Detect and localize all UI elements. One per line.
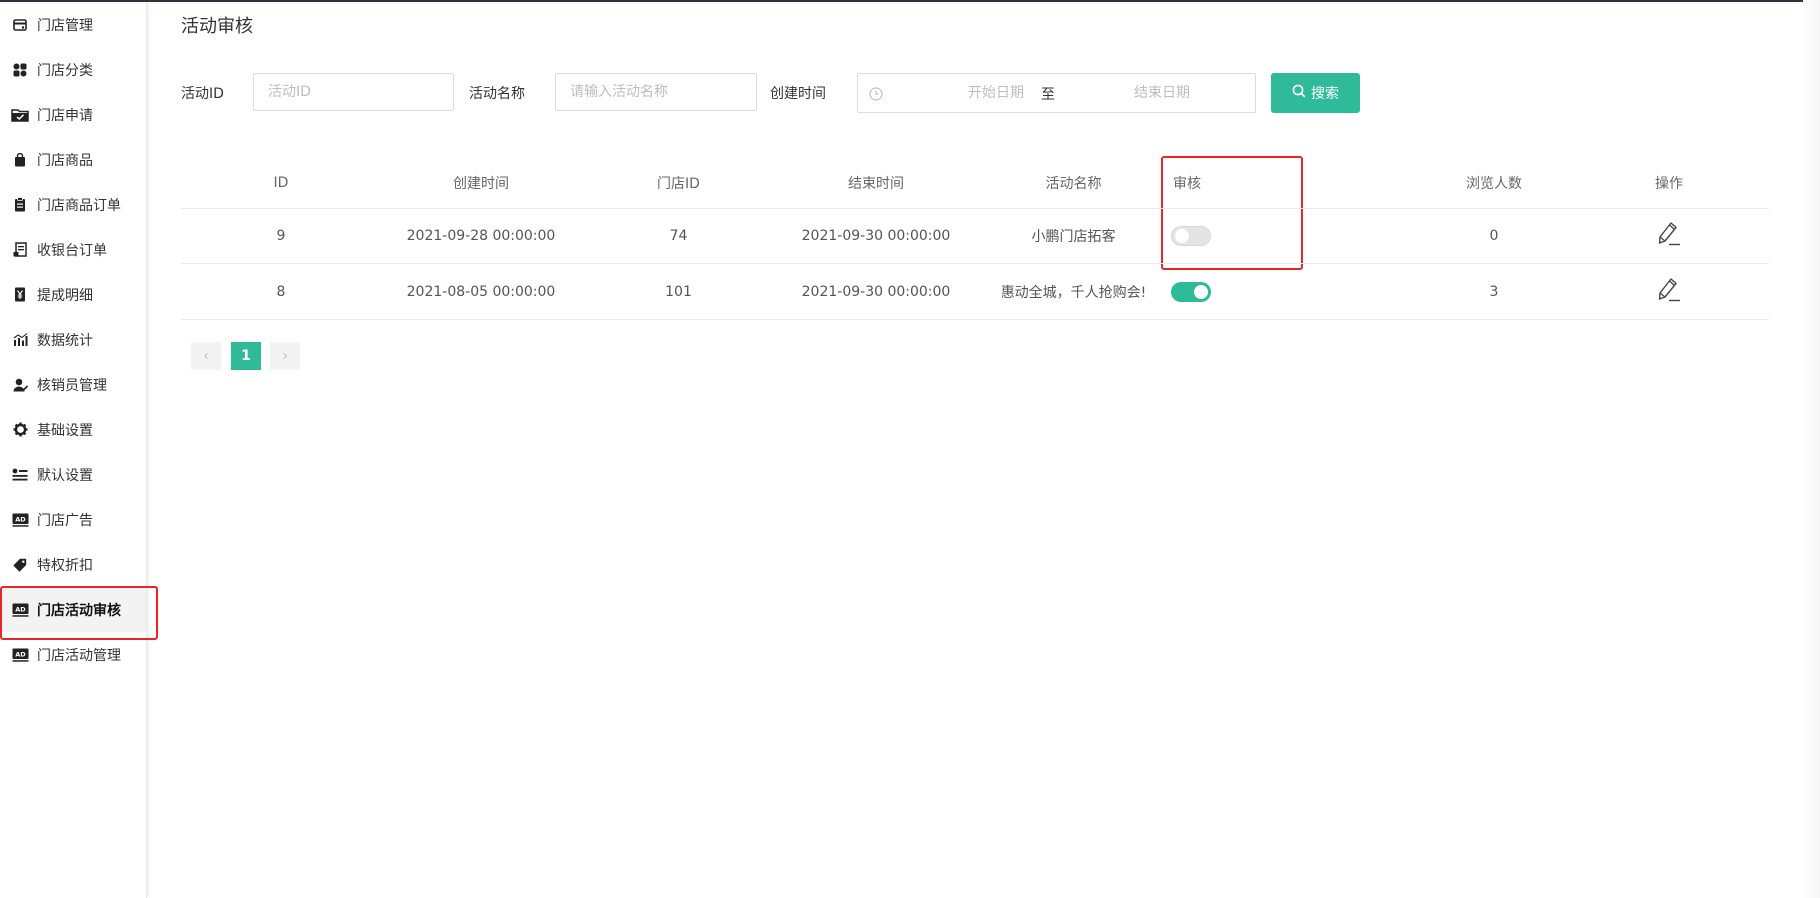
sidebar-item-label: 数据统计 bbox=[37, 332, 93, 349]
column-header-id: ID bbox=[273, 175, 289, 191]
sidebar-item-label: 门店商品 bbox=[37, 152, 93, 169]
end-date-input[interactable] bbox=[1100, 84, 1224, 102]
sidebar-item-cashier-orders[interactable]: 收银台订单 bbox=[0, 227, 146, 272]
search-icon bbox=[1292, 84, 1311, 102]
cell-id: 8 bbox=[276, 283, 286, 300]
clipboard-icon bbox=[11, 196, 29, 214]
cell-id: 9 bbox=[276, 227, 286, 244]
cell-activity-name: 小鹏门店拓客 bbox=[1031, 228, 1116, 245]
cell-views: 3 bbox=[1489, 283, 1499, 300]
search-button-label: 搜索 bbox=[1311, 86, 1339, 102]
sidebar-item-label: 门店商品订单 bbox=[37, 197, 121, 214]
activity-name-label: 活动名称 bbox=[469, 86, 525, 102]
cell-store-id: 74 bbox=[669, 227, 688, 244]
sidebar-item-label: 门店广告 bbox=[37, 512, 93, 529]
create-time-label: 创建时间 bbox=[770, 86, 826, 102]
sidebar-item-label: 核销员管理 bbox=[37, 377, 107, 394]
shopping-bag-icon bbox=[11, 151, 29, 169]
user-edit-icon bbox=[11, 376, 29, 394]
sidebar-item-store-goods[interactable]: 门店商品 bbox=[0, 137, 146, 182]
sidebar-item-verifier-management[interactable]: 核销员管理 bbox=[0, 362, 146, 407]
pagination-prev-button[interactable]: ‹ bbox=[191, 342, 221, 370]
sidebar-item-label: 门店分类 bbox=[37, 62, 93, 79]
svg-text:AD: AD bbox=[15, 515, 26, 523]
sidebar-item-store-management[interactable]: 门店管理 bbox=[0, 2, 146, 47]
sidebar-item-store-application[interactable]: 门店申请 bbox=[0, 92, 146, 137]
store-card-icon bbox=[11, 16, 29, 34]
sidebar: 门店管理 门店分类 门店申请 门店商品 门店商品订单 收银台订单 提成明细 数据… bbox=[0, 2, 147, 898]
column-header-created: 创建时间 bbox=[453, 176, 509, 192]
cell-created: 2021-08-05 00:00:00 bbox=[406, 283, 556, 300]
sidebar-item-label: 门店管理 bbox=[37, 17, 93, 34]
tag-icon bbox=[11, 556, 29, 574]
sidebar-item-store-category[interactable]: 门店分类 bbox=[0, 47, 146, 92]
category-grid-icon bbox=[11, 61, 29, 79]
start-date-input[interactable] bbox=[934, 84, 1058, 102]
edit-icon[interactable] bbox=[1657, 277, 1681, 307]
gear-icon bbox=[11, 421, 29, 439]
top-bar bbox=[0, 0, 1820, 2]
bar-chart-icon bbox=[11, 331, 29, 349]
sidebar-item-label: 门店活动审核 bbox=[37, 602, 121, 619]
cell-views: 0 bbox=[1489, 227, 1499, 244]
page-title: 活动审核 bbox=[181, 16, 253, 37]
sidebar-item-label: 默认设置 bbox=[37, 467, 93, 484]
cell-review bbox=[1171, 264, 1419, 319]
cell-store-id: 101 bbox=[665, 283, 692, 300]
cell-actions bbox=[1569, 264, 1769, 319]
pagination-next-button[interactable]: › bbox=[270, 342, 300, 370]
ad-icon: AD bbox=[11, 601, 29, 619]
ad-icon: AD bbox=[11, 511, 29, 529]
edit-icon[interactable] bbox=[1657, 221, 1681, 251]
sidebar-item-store-activity-review[interactable]: AD 门店活动审核 bbox=[0, 587, 146, 632]
cell-activity-name: 惠动全城，千人抢购会! bbox=[1000, 284, 1147, 301]
activity-id-input[interactable] bbox=[253, 73, 454, 111]
sidebar-item-basic-settings[interactable]: 基础设置 bbox=[0, 407, 146, 452]
right-scroll-gutter bbox=[1803, 0, 1820, 898]
search-button[interactable]: 搜索 bbox=[1271, 73, 1360, 113]
sidebar-item-label: 门店活动管理 bbox=[37, 647, 121, 664]
sidebar-item-store-ads[interactable]: AD 门店广告 bbox=[0, 497, 146, 542]
yen-doc-icon bbox=[11, 286, 29, 304]
table-row: 9 2021-09-28 00:00:00 74 2021-09-30 00:0… bbox=[181, 208, 1769, 264]
sidebar-item-label: 提成明细 bbox=[37, 287, 93, 304]
column-header-actions: 操作 bbox=[1655, 176, 1683, 192]
sidebar-item-privilege-discount[interactable]: 特权折扣 bbox=[0, 542, 146, 587]
pagination-page-1[interactable]: 1 bbox=[231, 342, 261, 370]
column-header-store-id: 门店ID bbox=[657, 176, 700, 192]
sidebar-item-label: 特权折扣 bbox=[37, 557, 93, 574]
sidebar-item-default-settings[interactable]: 默认设置 bbox=[0, 452, 146, 497]
column-header-review: 审核 bbox=[1173, 176, 1201, 192]
clock-icon bbox=[869, 86, 883, 101]
svg-text:AD: AD bbox=[15, 650, 26, 658]
sidebar-item-label: 门店申请 bbox=[37, 107, 93, 124]
sidebar-item-store-activity-management[interactable]: AD 门店活动管理 bbox=[0, 632, 146, 677]
cell-end-time: 2021-09-30 00:00:00 bbox=[801, 227, 951, 244]
sidebar-item-commission-details[interactable]: 提成明细 bbox=[0, 272, 146, 317]
sidebar-item-data-statistics[interactable]: 数据统计 bbox=[0, 317, 146, 362]
svg-text:AD: AD bbox=[15, 605, 26, 613]
table-row: 8 2021-08-05 00:00:00 101 2021-09-30 00:… bbox=[181, 264, 1769, 320]
ad-icon: AD bbox=[11, 646, 29, 664]
activity-name-input[interactable] bbox=[555, 73, 757, 111]
cell-review bbox=[1171, 208, 1419, 263]
sidebar-item-label: 收银台订单 bbox=[37, 242, 107, 259]
sidebar-item-store-goods-orders[interactable]: 门店商品订单 bbox=[0, 182, 146, 227]
column-header-views: 浏览人数 bbox=[1466, 176, 1522, 192]
review-toggle[interactable] bbox=[1171, 225, 1211, 246]
activity-id-label: 活动ID bbox=[181, 86, 224, 102]
review-toggle[interactable] bbox=[1171, 281, 1211, 302]
receipt-icon bbox=[11, 241, 29, 259]
table-header-row: ID 创建时间 门店ID 结束时间 活动名称 审核 浏览人数 操作 bbox=[181, 158, 1769, 209]
list-settings-icon bbox=[11, 466, 29, 484]
cell-end-time: 2021-09-30 00:00:00 bbox=[801, 283, 951, 300]
date-range-separator: 至 bbox=[1041, 87, 1055, 103]
cell-created: 2021-09-28 00:00:00 bbox=[406, 227, 556, 244]
sidebar-item-label: 基础设置 bbox=[37, 422, 93, 439]
column-header-activity-name: 活动名称 bbox=[1045, 176, 1102, 192]
folder-check-icon bbox=[11, 106, 29, 124]
cell-actions bbox=[1569, 208, 1769, 263]
column-header-end-time: 结束时间 bbox=[848, 176, 904, 192]
date-range-picker[interactable]: 至 bbox=[857, 73, 1256, 113]
